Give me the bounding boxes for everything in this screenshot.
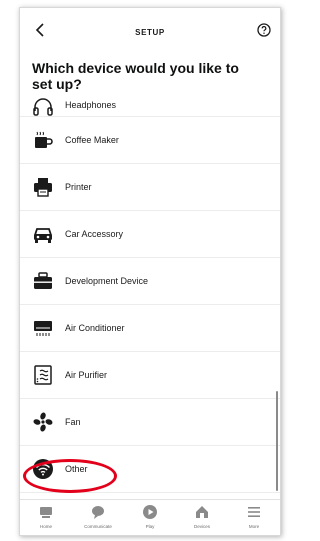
device-list: Headphones Coffee Maker Printer Car Acce… xyxy=(20,98,280,493)
nav-label: Devices xyxy=(193,524,210,529)
play-icon xyxy=(143,505,157,519)
device-label: Development Device xyxy=(65,276,149,286)
device-label: Headphones xyxy=(65,100,117,110)
question-circle-icon xyxy=(257,23,271,37)
nav-item-home[interactable]: Home xyxy=(20,500,72,535)
header-bar: SETUP xyxy=(20,8,280,52)
device-item-car-accessory[interactable]: Car Accessory xyxy=(20,211,280,258)
device-label: Car Accessory xyxy=(65,229,124,239)
bottom-nav: Home Communicate Play Devices More xyxy=(20,499,280,535)
page-title: SETUP xyxy=(135,28,165,37)
device-item-development-device[interactable]: Development Device xyxy=(20,258,280,305)
device-item-headphones[interactable]: Headphones xyxy=(20,95,280,117)
device-label: Coffee Maker xyxy=(65,135,119,145)
setup-question-heading: Which device would you like to set up? xyxy=(32,60,239,92)
coffee-maker-icon xyxy=(35,131,53,148)
device-label: Air Conditioner xyxy=(65,323,125,333)
device-item-air-conditioner[interactable]: Air Conditioner xyxy=(20,305,280,352)
device-label: Printer xyxy=(65,182,92,192)
toolbox-icon xyxy=(34,272,52,289)
device-item-printer[interactable]: Printer xyxy=(20,164,280,211)
highlight-annotation xyxy=(23,459,117,493)
menu-icon xyxy=(248,507,260,517)
home-icon xyxy=(40,507,52,518)
nav-label: Home xyxy=(39,524,52,529)
fan-icon xyxy=(33,412,53,432)
device-item-coffee-maker[interactable]: Coffee Maker xyxy=(20,117,280,164)
nav-item-communicate[interactable]: Communicate xyxy=(72,500,124,535)
air-purifier-icon xyxy=(34,365,52,385)
nav-label: More xyxy=(248,524,260,529)
nav-item-devices[interactable]: Devices xyxy=(176,500,228,535)
device-label: Fan xyxy=(65,417,81,427)
nav-label: Play xyxy=(145,524,155,529)
device-item-fan[interactable]: Fan xyxy=(20,399,280,446)
setup-screen: SETUP Which device would you like to set… xyxy=(19,7,281,536)
nav-item-more[interactable]: More xyxy=(228,500,280,535)
scrollbar[interactable] xyxy=(276,391,278,491)
device-item-air-purifier[interactable]: Air Purifier xyxy=(20,352,280,399)
chat-bubble-icon xyxy=(92,506,104,519)
headphones-icon xyxy=(33,98,53,116)
car-icon xyxy=(34,228,52,243)
devices-icon xyxy=(196,506,208,518)
printer-icon xyxy=(34,178,52,197)
help-button[interactable] xyxy=(256,22,272,38)
nav-label: Communicate xyxy=(84,524,112,529)
device-label: Air Purifier xyxy=(65,370,108,380)
air-conditioner-icon xyxy=(34,321,52,336)
nav-item-play[interactable]: Play xyxy=(124,500,176,535)
